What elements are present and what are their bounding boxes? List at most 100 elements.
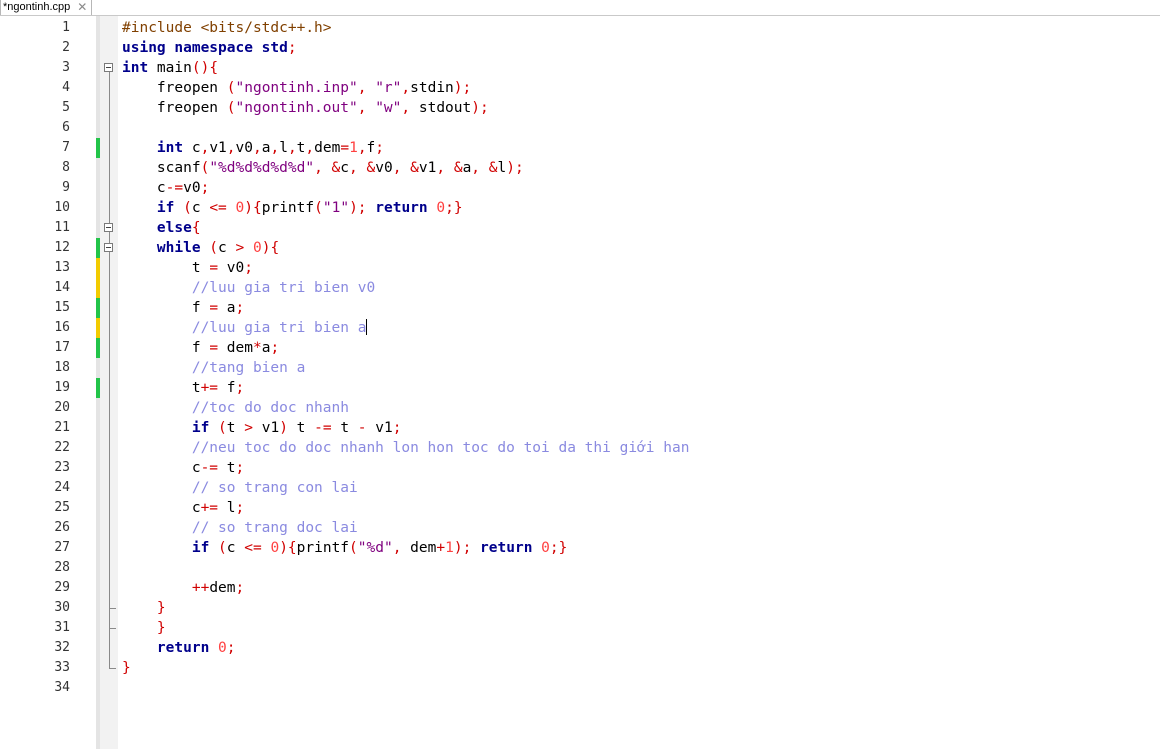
- line-number: 27: [54, 540, 70, 555]
- code-text[interactable]: if (c <= 0){printf("1"); return 0;}: [122, 198, 463, 218]
- fold-guide-line: [109, 278, 110, 298]
- fold-collapse-icon[interactable]: [104, 243, 113, 252]
- code-line[interactable]: 23 c-= t;: [0, 458, 1160, 478]
- code-token: ;: [244, 260, 253, 276]
- code-line[interactable]: 5 freopen ("ngontinh.out", "w", stdout);: [0, 98, 1160, 118]
- code-text[interactable]: //tang bien a: [122, 358, 306, 378]
- code-token: v1: [366, 420, 393, 436]
- close-icon[interactable]: ✕: [77, 0, 87, 15]
- code-line[interactable]: 11 else{: [0, 218, 1160, 238]
- code-text[interactable]: using namespace std;: [122, 38, 297, 58]
- line-number: 31: [54, 620, 70, 635]
- code-line[interactable]: 31 }: [0, 618, 1160, 638]
- code-text[interactable]: }: [122, 598, 166, 618]
- code-text[interactable]: if (t > v1) t -= t - v1;: [122, 418, 402, 438]
- code-text[interactable]: ++dem;: [122, 578, 244, 598]
- fold-marker[interactable]: [100, 218, 118, 238]
- code-text[interactable]: if (c <= 0){printf("%d", dem+1); return …: [122, 538, 568, 558]
- code-line[interactable]: 4 freopen ("ngontinh.inp", "r",stdin);: [0, 78, 1160, 98]
- code-line[interactable]: 9 c-=v0;: [0, 178, 1160, 198]
- fold-marker: [100, 278, 118, 298]
- code-text[interactable]: //luu gia tri bien a: [122, 318, 368, 338]
- fold-collapse-icon[interactable]: [104, 63, 113, 72]
- code-token: ;: [375, 140, 385, 156]
- code-line[interactable]: 13 t = v0;: [0, 258, 1160, 278]
- code-line[interactable]: 28: [0, 558, 1160, 578]
- code-line[interactable]: 33}: [0, 658, 1160, 678]
- code-string: "%d": [357, 540, 393, 556]
- code-line[interactable]: 30 }: [0, 598, 1160, 618]
- code-text[interactable]: t+= f;: [122, 378, 244, 398]
- fold-marker[interactable]: [100, 238, 118, 258]
- code-line[interactable]: 8 scanf("%d%d%d%d%d", &c, &v0, &v1, &a, …: [0, 158, 1160, 178]
- code-line[interactable]: 22 //neu toc do doc nhanh lon hon toc do…: [0, 438, 1160, 458]
- code-text[interactable]: c-= t;: [122, 458, 244, 478]
- code-text[interactable]: // so trang con lai: [122, 478, 358, 498]
- code-text[interactable]: else{: [122, 218, 201, 238]
- code-editor[interactable]: *ngontinh.cpp ✕ 1 #include <bits/stdc++.h…: [0, 0, 1160, 749]
- code-token: v0: [375, 160, 393, 176]
- code-comment: //luu gia tri bien v0: [191, 280, 376, 296]
- code-token: v1: [252, 420, 280, 436]
- line-number: 9: [62, 180, 70, 195]
- code-text[interactable]: scanf("%d%d%d%d%d", &c, &v0, &v1, &a, &l…: [122, 158, 524, 178]
- code-line[interactable]: 1 #include <bits/stdc++.h>: [0, 18, 1160, 38]
- code-line[interactable]: 14 //luu gia tri bien v0: [0, 278, 1160, 298]
- code-text[interactable]: freopen ("ngontinh.inp", "r",stdin);: [122, 78, 471, 98]
- fold-collapse-icon[interactable]: [104, 223, 113, 232]
- code-line[interactable]: 7 int c,v1,v0,a,l,t,dem=1,f;: [0, 138, 1160, 158]
- code-line[interactable]: 3 int main(){: [0, 58, 1160, 78]
- code-text[interactable]: c+= l;: [122, 498, 244, 518]
- code-text[interactable]: }: [122, 618, 166, 638]
- code-token: ;: [200, 180, 210, 196]
- tab-title[interactable]: *ngontinh.cpp: [3, 0, 70, 15]
- code-token: 0: [436, 200, 446, 216]
- code-token: ,: [287, 140, 297, 156]
- code-line[interactable]: 12 while (c > 0){: [0, 238, 1160, 258]
- code-line[interactable]: 32 return 0;: [0, 638, 1160, 658]
- code-token: >: [235, 240, 245, 256]
- code-line[interactable]: 24 // so trang con lai: [0, 478, 1160, 498]
- code-line[interactable]: 19 t+= f;: [0, 378, 1160, 398]
- code-text[interactable]: // so trang doc lai: [122, 518, 358, 538]
- code-keyword: else: [156, 220, 192, 236]
- code-text[interactable]: while (c > 0){: [122, 238, 279, 258]
- code-text[interactable]: freopen ("ngontinh.out", "w", stdout);: [122, 98, 489, 118]
- line-number: 34: [54, 680, 70, 695]
- code-token: (: [314, 200, 323, 216]
- code-token: =: [340, 140, 350, 156]
- code-line[interactable]: 17 f = dem*a;: [0, 338, 1160, 358]
- code-line[interactable]: 25 c+= l;: [0, 498, 1160, 518]
- code-line[interactable]: 27 if (c <= 0){printf("%d", dem+1); retu…: [0, 538, 1160, 558]
- code-text[interactable]: f = a;: [122, 298, 244, 318]
- fold-marker: [100, 658, 118, 678]
- code-text[interactable]: }: [122, 658, 131, 678]
- code-text[interactable]: t = v0;: [122, 258, 253, 278]
- code-text[interactable]: //toc do doc nhanh: [122, 398, 349, 418]
- code-text[interactable]: //luu gia tri bien v0: [122, 278, 375, 298]
- code-text[interactable]: #include <bits/stdc++.h>: [122, 18, 332, 38]
- code-text[interactable]: f = dem*a;: [122, 338, 279, 358]
- fold-guide-line: [109, 438, 110, 458]
- code-text[interactable]: int c,v1,v0,a,l,t,dem=1,f;: [122, 138, 384, 158]
- code-line[interactable]: 16 //luu gia tri bien a: [0, 318, 1160, 338]
- code-line[interactable]: 26 // so trang doc lai: [0, 518, 1160, 538]
- code-line[interactable]: 15 f = a;: [0, 298, 1160, 318]
- fold-marker[interactable]: [100, 58, 118, 78]
- code-line[interactable]: 6: [0, 118, 1160, 138]
- code-text[interactable]: //neu toc do doc nhanh lon hon toc do to…: [122, 438, 690, 458]
- code-line[interactable]: 21 if (t > v1) t -= t - v1;: [0, 418, 1160, 438]
- code-text[interactable]: c-=v0;: [122, 178, 209, 198]
- tab-ngontinh-cpp[interactable]: *ngontinh.cpp ✕: [0, 0, 93, 15]
- code-line[interactable]: 18 //tang bien a: [0, 358, 1160, 378]
- code-line[interactable]: 10 if (c <= 0){printf("1"); return 0;}: [0, 198, 1160, 218]
- code-line[interactable]: 20 //toc do doc nhanh: [0, 398, 1160, 418]
- code-line[interactable]: 2 using namespace std;: [0, 38, 1160, 58]
- code-text[interactable]: return 0;: [122, 638, 236, 658]
- code-keyword: return: [480, 540, 533, 556]
- line-number: 29: [54, 580, 70, 595]
- code-text[interactable]: int main(){: [122, 58, 218, 78]
- code-line[interactable]: 34: [0, 678, 1160, 698]
- code-line[interactable]: 29 ++dem;: [0, 578, 1160, 598]
